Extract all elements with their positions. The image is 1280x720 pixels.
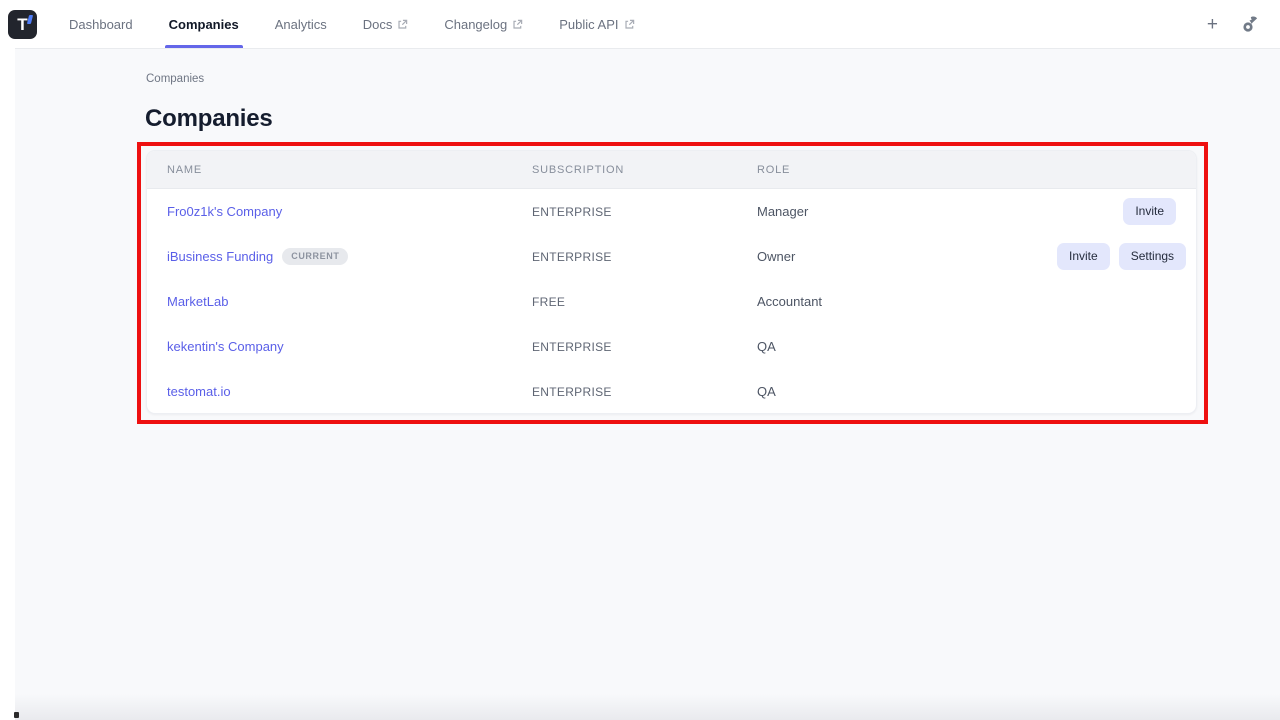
- subscription-value: ENTERPRISE: [532, 340, 757, 354]
- company-link[interactable]: kekentin's Company: [167, 339, 284, 354]
- nav-item-docs[interactable]: Docs: [363, 0, 409, 48]
- nav-item-changelog[interactable]: Changelog: [444, 0, 523, 48]
- nav-item-analytics[interactable]: Analytics: [275, 0, 327, 48]
- app-logo[interactable]: T: [8, 10, 37, 39]
- main-nav: Dashboard Companies Analytics Docs Chang…: [69, 0, 635, 48]
- current-badge: CURRENT: [282, 248, 348, 265]
- table-row: iBusiness Funding CURRENT ENTERPRISE Own…: [147, 234, 1196, 279]
- table-header-row: NAME SUBSCRIPTION ROLE: [147, 151, 1196, 189]
- companies-table-card: NAME SUBSCRIPTION ROLE Fro0z1k's Company…: [146, 150, 1197, 414]
- column-header-role: ROLE: [757, 164, 1057, 176]
- nav-label: Public API: [559, 17, 618, 32]
- table-row: MarketLab FREE Accountant: [147, 279, 1196, 324]
- broken-avatar-image-icon[interactable]: [1240, 14, 1260, 34]
- external-link-icon: [624, 19, 635, 30]
- nav-label: Analytics: [275, 17, 327, 32]
- subscription-value: FREE: [532, 295, 757, 309]
- external-link-icon: [512, 19, 523, 30]
- bottom-scroll-shadow: [15, 694, 1280, 720]
- role-value: QA: [757, 384, 1057, 399]
- cursor-artifact: [14, 712, 19, 718]
- red-annotation-rectangle: NAME SUBSCRIPTION ROLE Fro0z1k's Company…: [137, 142, 1208, 424]
- company-link[interactable]: testomat.io: [167, 384, 231, 399]
- add-plus-icon[interactable]: +: [1207, 15, 1218, 34]
- logo-accent-mark: [27, 15, 33, 24]
- nav-item-public-api[interactable]: Public API: [559, 0, 634, 48]
- table-row: testomat.io ENTERPRISE QA: [147, 369, 1196, 414]
- company-link[interactable]: Fro0z1k's Company: [167, 204, 282, 219]
- nav-item-companies[interactable]: Companies: [169, 0, 239, 48]
- main-content: Companies Companies NAME SUBSCRIPTION RO…: [15, 48, 1280, 720]
- external-link-icon: [397, 19, 408, 30]
- invite-button[interactable]: Invite: [1057, 243, 1110, 270]
- nav-label: Changelog: [444, 17, 507, 32]
- role-value: Accountant: [757, 294, 1057, 309]
- column-header-subscription: SUBSCRIPTION: [532, 164, 757, 176]
- company-link[interactable]: MarketLab: [167, 294, 228, 309]
- logo-letter: T: [17, 16, 27, 33]
- page-title: Companies: [145, 105, 273, 133]
- role-value: QA: [757, 339, 1057, 354]
- nav-label: Docs: [363, 17, 393, 32]
- invite-button[interactable]: Invite: [1123, 198, 1176, 225]
- subscription-value: ENTERPRISE: [532, 385, 757, 399]
- nav-item-dashboard[interactable]: Dashboard: [69, 0, 133, 48]
- breadcrumb[interactable]: Companies: [146, 73, 204, 85]
- top-navigation-bar: T Dashboard Companies Analytics Docs Cha…: [0, 0, 1280, 48]
- role-value: Owner: [757, 249, 1057, 264]
- company-link[interactable]: iBusiness Funding: [167, 249, 273, 264]
- table-row: Fro0z1k's Company ENTERPRISE Manager Inv…: [147, 189, 1196, 234]
- subscription-value: ENTERPRISE: [532, 250, 757, 264]
- role-value: Manager: [757, 204, 1057, 219]
- settings-button[interactable]: Settings: [1119, 243, 1186, 270]
- column-header-name: NAME: [167, 164, 532, 176]
- nav-label: Dashboard: [69, 17, 133, 32]
- table-row: kekentin's Company ENTERPRISE QA: [147, 324, 1196, 369]
- nav-label: Companies: [169, 17, 239, 32]
- subscription-value: ENTERPRISE: [532, 205, 757, 219]
- topbar-actions: +: [1207, 14, 1266, 34]
